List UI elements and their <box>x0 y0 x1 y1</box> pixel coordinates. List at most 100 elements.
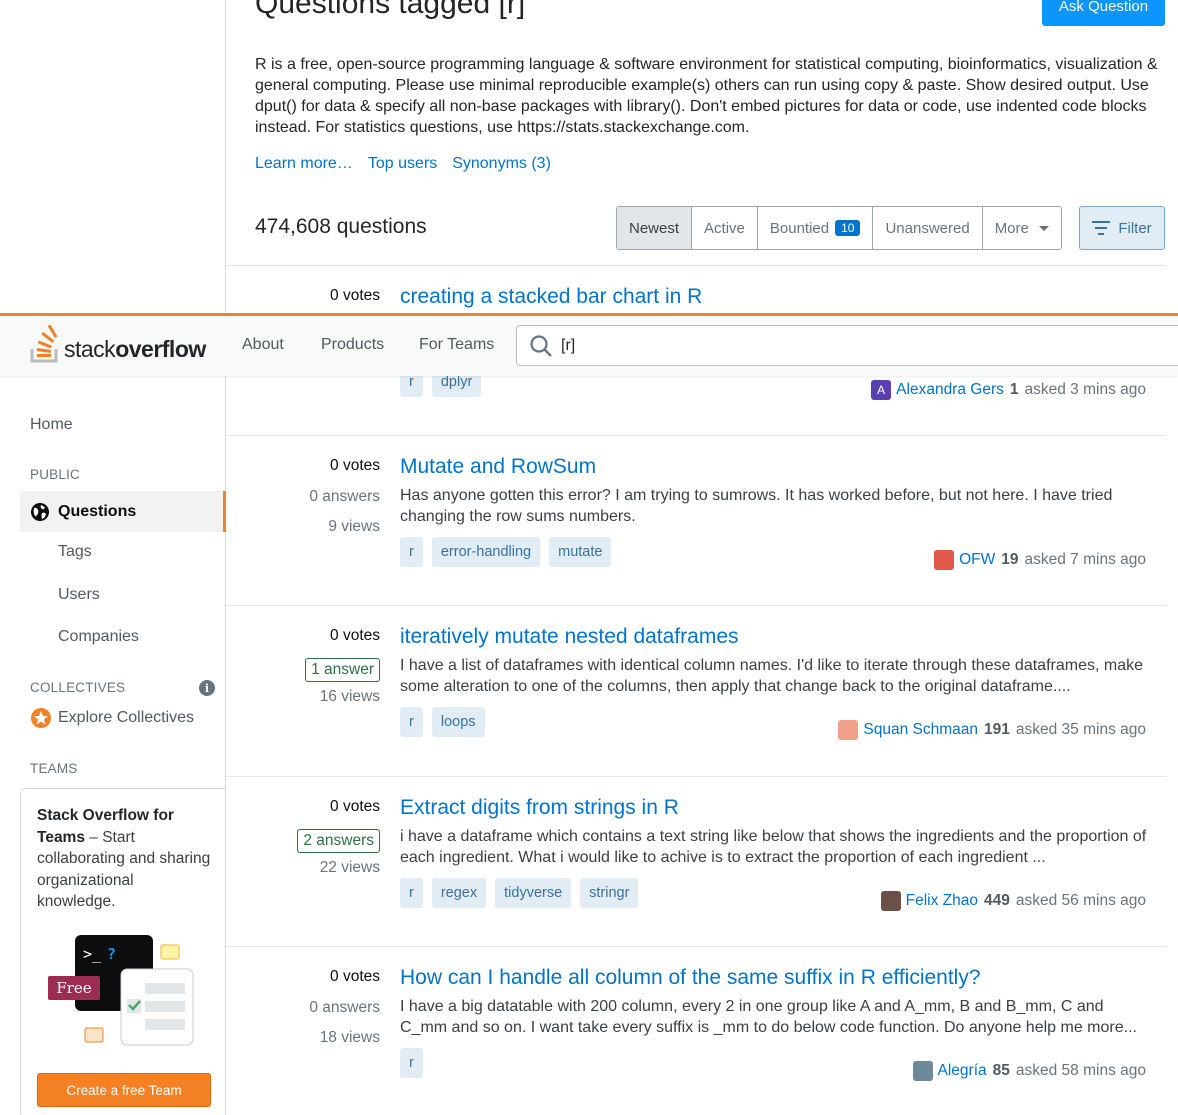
avatar[interactable]: A <box>871 380 892 400</box>
question-stats: 0 votes 1 answer 16 views <box>305 627 380 719</box>
question-title-link[interactable]: Extract digits from strings in R <box>400 796 679 820</box>
sort-tabs: Newest Active Bountied 10 Unanswered Mor… <box>616 206 1062 250</box>
filter-button[interactable]: Filter <box>1079 206 1165 250</box>
user-name-link[interactable]: OFW <box>959 551 995 569</box>
question-excerpt: i have a dataframe which contains a text… <box>400 828 1147 866</box>
question-summary: 0 votes 0 answers 9 views Mutate and RowSum… <box>226 435 1166 606</box>
sidebar-section-public: PUBLIC <box>30 467 80 482</box>
sidebar-item-users[interactable]: Users <box>58 586 100 604</box>
user-card: Squan Schmaan 191 asked 35 mins ago <box>838 720 1146 740</box>
filter-icon <box>1092 221 1111 235</box>
question-stats: 0 votes 0 answers 9 views <box>309 457 380 549</box>
bounty-count-badge: 10 <box>835 220 861 236</box>
tab-newest[interactable]: Newest <box>617 207 693 249</box>
tab-more[interactable]: More <box>983 207 1061 249</box>
stackoverflow-logo[interactable]: stackoverflow <box>30 325 206 363</box>
tag-r[interactable]: r <box>400 878 423 908</box>
nav-about[interactable]: About <box>242 336 284 354</box>
question-summary: 0 votes 0 answers 18 views How can I handle… <box>226 946 1166 1115</box>
tag-list: r <box>400 1048 423 1078</box>
teams-promo: Stack Overflow for Teams – Start collabo… <box>20 788 226 1115</box>
user-name-link[interactable]: Felix Zhao <box>906 892 978 910</box>
sidebar-item-companies[interactable]: Companies <box>58 628 139 646</box>
asked-time: asked 58 mins ago <box>1015 1062 1146 1079</box>
answer-count: 0 answers <box>309 998 380 1016</box>
sidebar-item-label: Questions <box>58 502 137 520</box>
asked-time: asked 35 mins ago <box>1015 721 1146 738</box>
asked-time: asked 3 mins ago <box>1024 381 1147 398</box>
user-reputation: 19 <box>1001 551 1019 568</box>
user-reputation: 85 <box>992 1062 1010 1079</box>
question-title-link[interactable]: How can I handle all column of the same … <box>400 966 981 990</box>
collectives-star-icon <box>31 708 51 728</box>
tab-unanswered[interactable]: Unanswered <box>873 207 983 249</box>
view-count: 16 views <box>319 688 380 705</box>
asked-time: asked 7 mins ago <box>1024 551 1147 568</box>
search-icon <box>530 334 552 357</box>
search-input[interactable]: [r] <box>516 325 1178 366</box>
question-stats: 0 votes 0 answers 18 views <box>309 968 380 1060</box>
view-count: 18 views <box>319 1029 380 1046</box>
search-value: [r] <box>561 336 576 354</box>
question-count: 474,608 questions <box>255 215 427 238</box>
top-users-link[interactable]: Top users <box>368 155 437 173</box>
ask-question-button[interactable]: Ask Question <box>1042 0 1165 26</box>
stackoverflow-logo-icon <box>30 325 58 363</box>
question-summary: 0 votes 1 answer 16 views iteratively mutat… <box>226 605 1166 776</box>
tag-stringr[interactable]: stringr <box>580 878 639 908</box>
tab-more-label: More <box>994 219 1029 237</box>
sidebar-item-tags[interactable]: Tags <box>58 543 92 561</box>
learn-more-link[interactable]: Learn more… <box>255 155 353 173</box>
question-title-link[interactable]: iteratively mutate nested dataframes <box>400 625 739 649</box>
user-card: Felix Zhao 449 asked 56 mins ago <box>880 891 1146 911</box>
tab-bountied[interactable]: Bountied 10 <box>758 207 874 249</box>
nav-for-teams[interactable]: For Teams <box>419 336 494 354</box>
answer-count: 1 answer <box>305 657 380 689</box>
globe-icon <box>31 502 49 521</box>
logo-text: stackoverflow <box>64 335 206 363</box>
user-reputation: 1 <box>1009 381 1019 398</box>
question-excerpt: I have a big datatable with 200 column, … <box>400 998 1137 1036</box>
question-title-link[interactable]: creating a stacked bar chart in R <box>400 285 702 309</box>
avatar[interactable] <box>838 720 859 740</box>
svg-text:?: ? <box>107 945 116 963</box>
tag-description: R is a free, open-source programming lan… <box>255 56 1158 136</box>
synonyms-link[interactable]: Synonyms (3) <box>452 155 551 173</box>
user-name-link[interactable]: Alexandra Gers <box>896 381 1004 399</box>
vote-count: 0 votes <box>330 627 380 644</box>
info-icon[interactable]: i <box>199 680 215 696</box>
tag-regex[interactable]: regex <box>431 878 487 908</box>
tag-loops[interactable]: loops <box>431 707 485 737</box>
caret-down-icon <box>1038 225 1049 231</box>
tag-tidyverse[interactable]: tidyverse <box>495 878 572 908</box>
nav-products[interactable]: Products <box>321 336 384 354</box>
tag-r[interactable]: r <box>400 707 423 737</box>
user-card: OFW 19 asked 7 mins ago <box>934 550 1146 570</box>
question-stats: 0 votes 2 answers 22 views <box>297 798 380 890</box>
sidebar-item-label: Explore Collectives <box>58 709 195 726</box>
tag-error-handling[interactable]: error-handling <box>431 537 541 567</box>
user-card: Alegría 85 asked 58 mins ago <box>912 1061 1146 1081</box>
avatar[interactable] <box>934 550 955 570</box>
tag-r[interactable]: r <box>400 1048 423 1078</box>
question-title-link[interactable]: Mutate and RowSum <box>400 455 596 479</box>
tag-r[interactable]: r <box>400 537 423 567</box>
sidebar-item-questions[interactable]: Questions <box>20 491 226 532</box>
tab-active[interactable]: Active <box>692 207 758 249</box>
left-sidebar: Home PUBLIC Questions Tags Users Compani… <box>0 0 226 1115</box>
user-reputation: 449 <box>984 892 1010 909</box>
avatar[interactable] <box>912 1061 933 1081</box>
avatar[interactable] <box>880 891 901 911</box>
svg-text:>_: >_ <box>83 945 102 963</box>
view-count: 9 views <box>328 518 380 535</box>
tag-list: r regex tidyverse stringr <box>400 878 639 908</box>
vote-count: 0 votes <box>330 798 380 815</box>
user-name-link[interactable]: Squan Schmaan <box>863 721 978 739</box>
answer-count: 2 answers <box>297 828 380 860</box>
sidebar-item-home[interactable]: Home <box>30 416 73 434</box>
create-free-team-button[interactable]: Create a free Team <box>37 1073 211 1107</box>
answer-count: 0 answers <box>309 487 380 505</box>
user-name-link[interactable]: Alegría <box>938 1062 987 1080</box>
sidebar-item-explore-collectives[interactable]: Explore Collectives <box>30 707 194 729</box>
tag-mutate[interactable]: mutate <box>549 537 612 567</box>
